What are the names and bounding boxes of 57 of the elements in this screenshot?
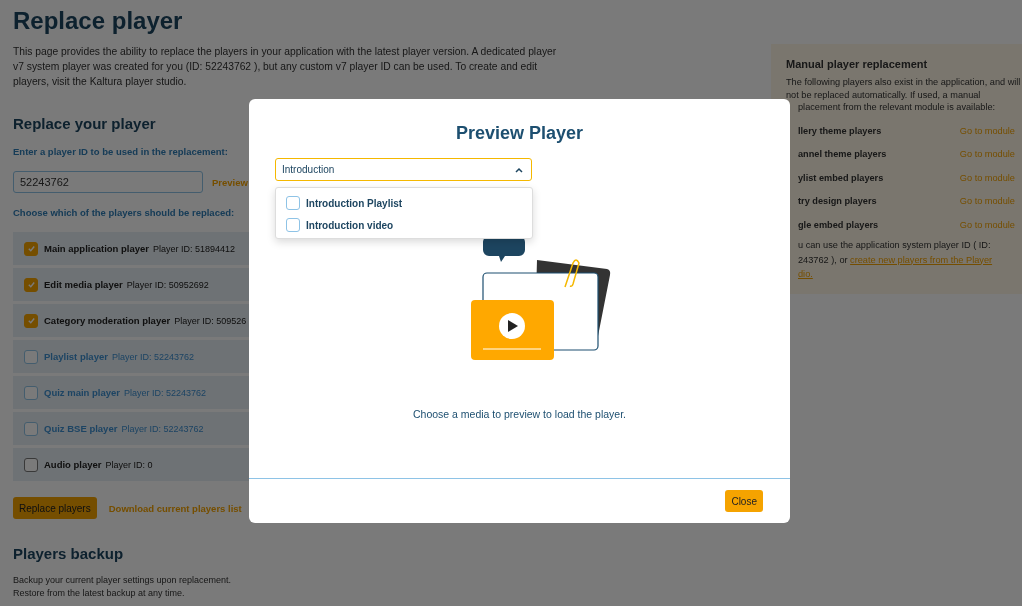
option-label[interactable]: Introduction Playlist: [306, 197, 403, 209]
player-name: Edit media player: [44, 279, 123, 290]
module-name: annel theme players: [798, 148, 887, 161]
player-checkbox[interactable]: [24, 277, 38, 292]
note-text: u can use the application system player ID ( ID:: [798, 240, 991, 250]
intro-text: This page provides the ability to replace the players in your application with the latest player version. A dedicated player v7 system player was created for you (ID: 52243762 ), but any custom v7 player ID can be used. To create and edit players, visit the Kaltura player studio.: [13, 45, 558, 89]
option-checkbox[interactable]: [286, 218, 300, 232]
module-name: llery theme players: [798, 124, 882, 137]
player-id: Player ID: 509526: [174, 315, 247, 326]
player-name: Playlist player: [44, 351, 108, 362]
create-players-link[interactable]: create new players from the Player: [850, 254, 993, 265]
page-title: Replace player: [13, 6, 184, 36]
go-to-module-link[interactable]: Go to module: [959, 195, 1015, 208]
panel-title: Manual player replacement: [786, 58, 929, 70]
dialog-caption: Choose a media to preview to load the player.: [412, 408, 626, 420]
go-to-module-link[interactable]: Go to module: [959, 124, 1015, 137]
module-name: gle embed players: [798, 218, 879, 231]
section-heading: Players backup: [13, 545, 125, 562]
option-label[interactable]: Introduction video: [306, 219, 394, 231]
player-id-field[interactable]: 52243762: [13, 171, 203, 193]
player-id: Player ID: 0: [105, 459, 153, 470]
player-checkbox[interactable]: [24, 457, 38, 472]
player-id: Player ID: 51894412: [153, 243, 236, 254]
player-name: Quiz main player: [44, 387, 121, 398]
check-icon: [26, 316, 36, 325]
field-label: Enter a player ID to be used in the replacement:: [13, 146, 229, 157]
player-name: Quiz BSE player: [44, 423, 118, 434]
player-id: Player ID: 50952692: [126, 279, 209, 290]
panel-text: placement from the relevant module is available:: [797, 101, 997, 114]
check-icon: [26, 280, 36, 289]
check-icon: [26, 244, 36, 253]
dialog-title: Preview Player: [454, 123, 585, 144]
module-name: ylist embed players: [798, 171, 884, 184]
field-label: Choose which of the players should be replaced:: [13, 207, 236, 218]
close-button[interactable]: Close: [725, 490, 763, 512]
player-id: Player ID: 52243762: [111, 351, 194, 362]
option-checkbox[interactable]: [286, 196, 300, 210]
caret-icon: [515, 166, 523, 173]
go-to-module-link[interactable]: Go to module: [959, 171, 1015, 184]
player-name: Audio player: [44, 459, 102, 470]
replace-players-button[interactable]: Replace players: [13, 497, 97, 519]
backup-text: Backup your current player settings upon replacement. Restore from the latest backup at any time.: [13, 574, 233, 600]
player-id: Player ID: 52243762: [121, 423, 204, 434]
player-checkbox[interactable]: [24, 313, 38, 328]
download-link[interactable]: Download current players list: [108, 502, 242, 514]
section-heading: Replace your player: [13, 115, 157, 132]
preview-link[interactable]: Preview: [212, 176, 248, 188]
go-to-module-link[interactable]: Go to module: [959, 148, 1015, 161]
note-text: 243762 ), or: [798, 254, 849, 265]
create-players-link[interactable]: dio.: [798, 269, 813, 279]
player-checkbox[interactable]: [24, 241, 38, 256]
media-select[interactable]: Introduction: [275, 158, 532, 181]
player-name: Category moderation player: [44, 315, 171, 326]
go-to-module-link[interactable]: Go to module: [959, 218, 1015, 231]
player-id: Player ID: 52243762: [124, 387, 207, 398]
player-name: Main application player: [44, 243, 150, 254]
module-name: try design players: [798, 195, 877, 208]
